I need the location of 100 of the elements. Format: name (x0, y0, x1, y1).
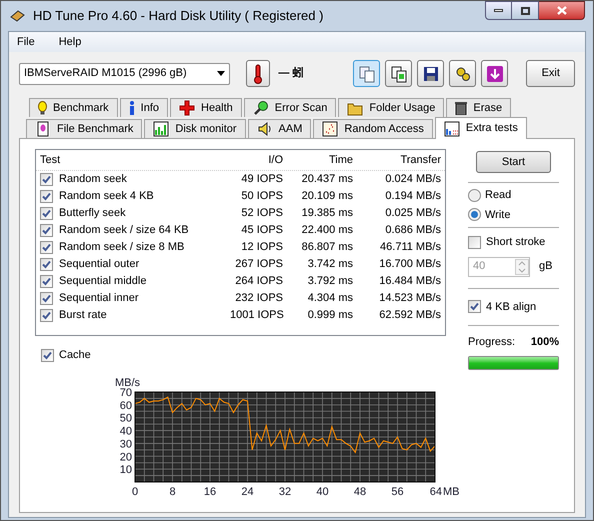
tab[interactable]: Folder Usage (338, 98, 444, 117)
table-cell-text: Random seek / size 8 MB (59, 240, 184, 256)
info-icon (128, 100, 135, 116)
checkbox[interactable] (40, 275, 53, 288)
x-tick-label: 64 (430, 486, 442, 498)
close-button[interactable] (539, 1, 585, 20)
tab[interactable]: Erase (446, 98, 512, 117)
table-cell-text: Sequential inner (59, 291, 139, 306)
checkbox[interactable] (40, 224, 53, 237)
tab[interactable]: File Benchmark (26, 119, 142, 138)
table-cell-text: Burst rate (59, 308, 107, 324)
y-axis-label: MB/s (115, 378, 140, 388)
tab[interactable]: Info (120, 98, 168, 117)
tab[interactable]: Health (170, 98, 242, 117)
maximize-button[interactable] (512, 1, 539, 20)
scatter-icon (322, 121, 338, 137)
table-cell-text: 22.400 ms (300, 223, 353, 238)
align-label: 4 KB align (486, 300, 536, 314)
temperature-button[interactable] (246, 60, 270, 87)
table-cell-text: 264 IOPS (234, 274, 283, 290)
table-cell-text: Random seek 4 KB (59, 189, 154, 204)
table-cell-text: 1001 IOPS (230, 308, 283, 324)
checkbox[interactable] (40, 292, 53, 305)
tab[interactable]: Error Scan (244, 98, 336, 117)
radio-label: Write (485, 208, 510, 222)
radio-label: Read (485, 188, 512, 203)
tab[interactable]: Extra tests (434, 117, 527, 139)
checkbox[interactable] (40, 207, 53, 220)
checkbox[interactable] (468, 236, 481, 249)
bulb-icon (38, 101, 47, 115)
cache-label: Cache (59, 348, 91, 363)
download-icon (486, 64, 504, 82)
checkbox[interactable] (40, 258, 53, 271)
column-header[interactable]: Time (283, 152, 353, 168)
y-tick-label: 20 (120, 450, 132, 463)
y-tick-label: 50 (120, 412, 132, 424)
table-cell-text: 0.999 ms (306, 308, 353, 324)
toolbar-button[interactable] (481, 60, 508, 87)
checkbox[interactable] (40, 309, 53, 322)
column-header[interactable]: I/O (230, 152, 283, 168)
radio-button[interactable] (468, 188, 481, 202)
menu-item[interactable]: Help (58, 34, 82, 50)
minimize-icon (494, 9, 503, 12)
minimize-button[interactable] (485, 1, 512, 20)
table-cell-text: 46.711 MB/s (379, 240, 441, 256)
start-button[interactable]: Start (476, 151, 551, 173)
column-header[interactable]: Test (40, 152, 230, 168)
spin-arrows-icon (515, 258, 529, 274)
x-tick-label: 32 (278, 486, 292, 498)
tab[interactable]: AAM (248, 119, 312, 138)
checkbox[interactable] (468, 300, 481, 314)
column-header[interactable]: Transfer (353, 152, 441, 168)
table-cell-text: Sequential middle (59, 274, 146, 290)
radio-button[interactable] (468, 208, 481, 222)
table-cell-text: 267 IOPS (234, 257, 283, 272)
save-icon (422, 64, 440, 82)
temperature-reading: — 蚓 (278, 66, 304, 82)
tab[interactable]: Random Access (313, 119, 433, 138)
table-cell-text: 3.792 ms (306, 274, 353, 290)
y-tick-label: 10 (120, 464, 132, 476)
checkbox[interactable] (40, 173, 53, 186)
table-cell-text: 62.592 MB/s (378, 308, 441, 324)
y-tick-label: 40 (120, 425, 132, 438)
table-cell-text: 20.437 ms (300, 172, 353, 188)
x-tick-label: 16 (204, 486, 216, 498)
table-cell-text: 16.484 MB/s (378, 274, 441, 290)
progress-label: Progress: (468, 335, 516, 350)
menu-item[interactable]: File (17, 34, 35, 50)
checkbox[interactable] (40, 190, 53, 203)
checkbox[interactable] (41, 348, 54, 362)
short-stroke-label: Short stroke (486, 235, 546, 250)
table-cell-text: 49 IOPS (240, 172, 283, 188)
table-cell-text: 4.304 ms (306, 291, 353, 306)
table-cell-text: 20.109 ms (300, 189, 353, 204)
x-axis-label: MB (443, 486, 460, 498)
toolbar-button[interactable] (449, 60, 476, 87)
drive-select[interactable]: IBMServeRAID M1015 (2996 gB) (19, 62, 230, 84)
scan-icon (252, 100, 269, 116)
table-cell-text: 0.025 MB/s (384, 206, 441, 222)
x-tick-label: 40 (316, 486, 329, 498)
toolbar-button[interactable] (417, 60, 444, 87)
y-tick-label: 70 (120, 386, 132, 398)
speaker-icon (256, 121, 273, 137)
table-cell-text: 232 IOPS (234, 291, 283, 306)
table-cell-text: 0.686 MB/s (384, 223, 441, 238)
x-tick-label: 0 (132, 486, 138, 498)
toolbar-button[interactable] (385, 60, 412, 87)
tab[interactable]: Benchmark (29, 98, 118, 117)
table-cell-text: 16.700 MB/s (378, 257, 441, 272)
table-cell-text: 50 IOPS (240, 189, 283, 204)
exit-button[interactable]: Exit (526, 60, 576, 87)
table-cell-text: Butterfly seek (59, 206, 126, 222)
checkbox[interactable] (40, 241, 53, 254)
dropdown-caret-icon (217, 71, 226, 76)
trash-icon (455, 102, 468, 114)
window-title: HD Tune Pro 4.60 - Hard Disk Utility ( Registered ) (33, 7, 324, 26)
size-unit: gB (539, 259, 552, 274)
tab[interactable]: Disk monitor (144, 119, 246, 138)
progress-value: 100% (530, 335, 559, 350)
table-cell-text: 0.024 MB/s (384, 172, 441, 188)
